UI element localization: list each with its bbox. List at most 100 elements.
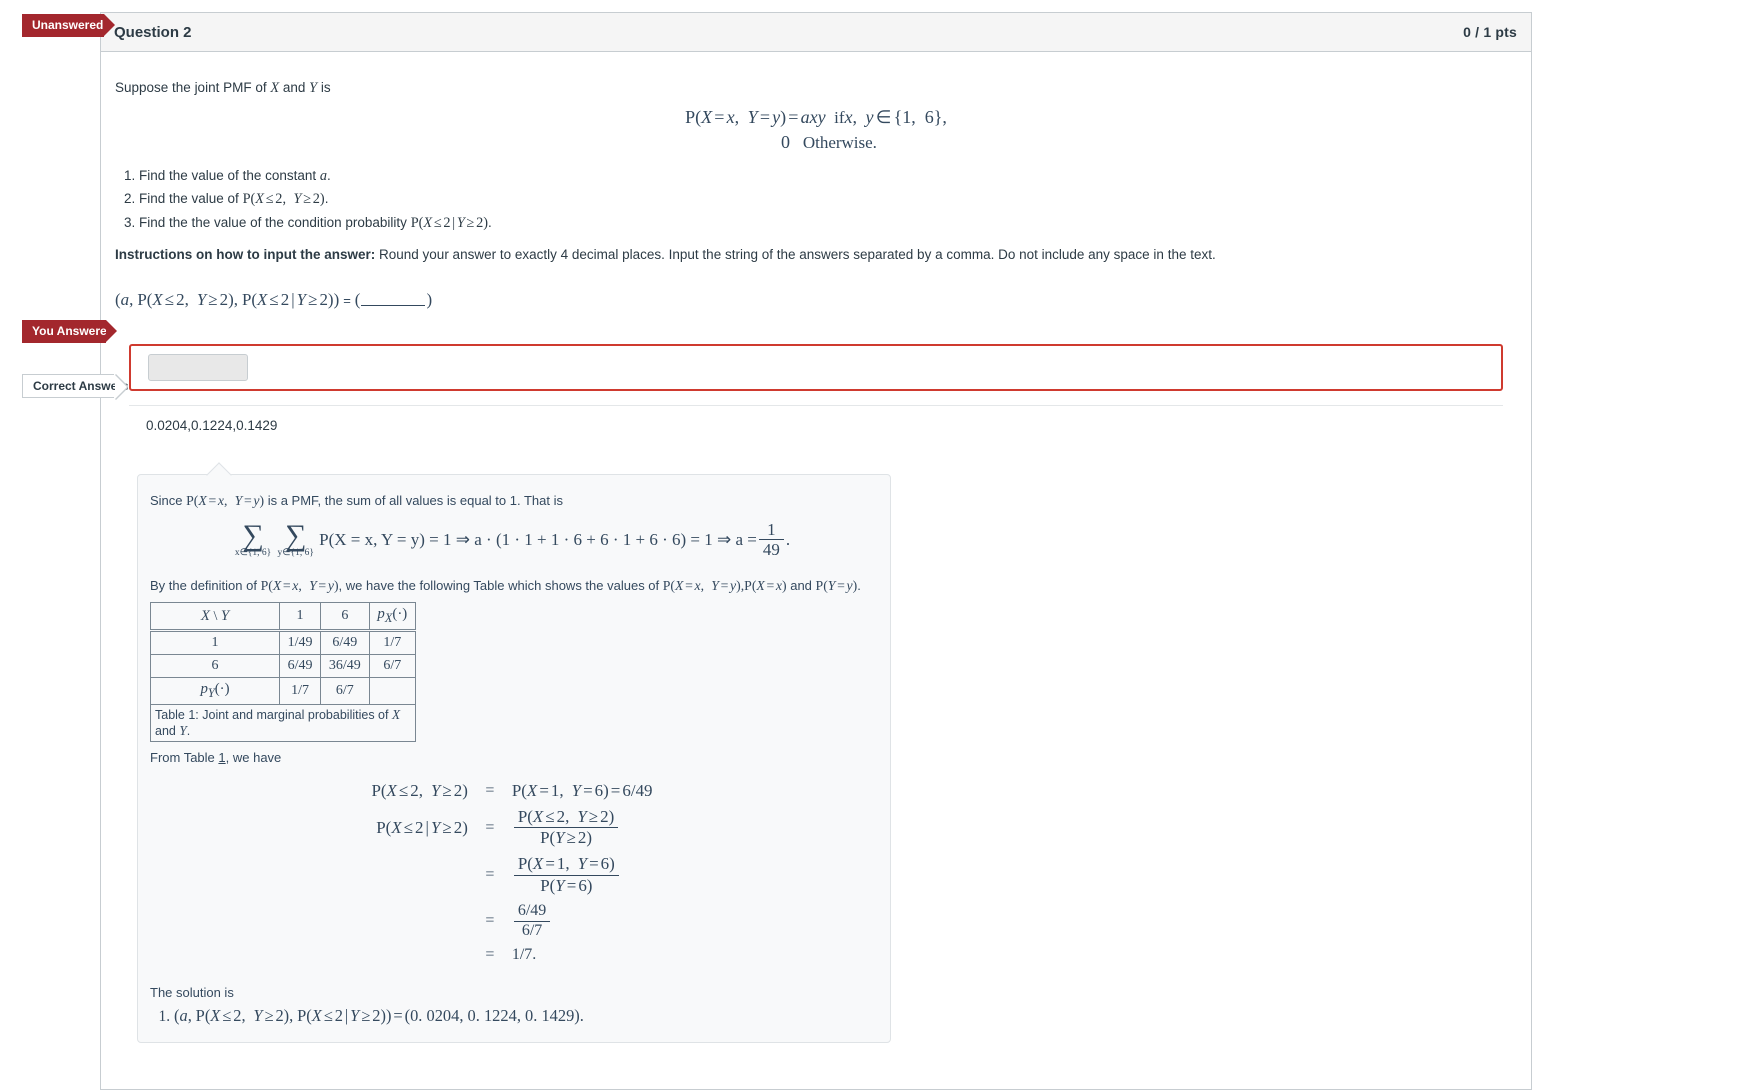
task-item-2: Find the value of P(X≤2, Y≥2). [139, 190, 1517, 209]
from-table-pre: From Table [150, 750, 219, 766]
status-badge-correct-answers-label: Correct Answers [33, 379, 129, 393]
derivation-fraction-denominator: P(Y ≥2) [540, 828, 593, 848]
solution-line-1-post: is a PMF, the sum of all values is equal… [264, 492, 563, 508]
solution-line-1: Since P(X = x, Y = y) is a PMF, the sum of a… [150, 492, 563, 508]
derivation-fraction-numerator: P(X ≤2, Y ≥2) [513, 807, 619, 829]
table-cell: 6/7 [368, 654, 417, 679]
solution-final-label: The solution is [150, 985, 234, 1001]
constant-a-denominator: 49 [762, 540, 780, 560]
derivation-fraction: P(X ≤2, Y ≥2) P(Y ≥2) [513, 807, 619, 849]
answer-blank [361, 294, 426, 306]
question-intro-text: Suppose the joint PMF of X and Y is [115, 80, 331, 96]
student-answer-row [129, 343, 1503, 391]
constant-a-numerator: 1 [758, 520, 784, 541]
derivation-fraction-numerator: 6/49 [513, 902, 551, 922]
joint-pmf-table: X \ Y 1 6 pX(·) 1 1/49 6/49 1/7 6 6/49 3… [150, 602, 417, 706]
table-row: 1 1/49 6/49 1/7 [150, 630, 417, 656]
derivation-rhs: P(X = 1, Y = 6) P(Y = 6) [507, 851, 658, 899]
derivation-lhs: P(X ≤2 | Y ≥2) [376, 817, 468, 837]
solution-line-2-end: . [857, 577, 861, 593]
table-row-label: pY(·) [150, 677, 280, 706]
sum-period: . [785, 529, 791, 549]
derivation-lhs [366, 943, 472, 967]
from-table-line: From Table 1, we have [150, 748, 874, 768]
derivation-lhs [366, 899, 472, 943]
derivation-equals: = [485, 866, 495, 884]
table-cell [368, 677, 417, 706]
derivation-fraction-denominator: P(Y = 6) [540, 875, 593, 895]
sum-body-expression: P(X = x, Y = y) = 1 ⇒ a · (1 · 1 + 1 · 6… [319, 529, 757, 549]
sum-operator-x: ∑ x∈{1, 6} [234, 518, 272, 558]
answer-format-line: (a, P(X ≤2, Y ≥2), P(X ≤2 | Y ≥2)) = () [115, 289, 433, 309]
derivation-fraction-numerator: P(X = 1, Y = 6) [513, 854, 619, 876]
table-cell: 6/49 [278, 654, 322, 679]
derivation-rhs: 1/7. [511, 946, 537, 964]
table-cell: 36/49 [320, 654, 370, 679]
table-row-label: 1 [150, 630, 280, 656]
solution-line-1-pre: Since [150, 492, 187, 508]
derivation-equals: = [485, 818, 495, 836]
from-table-post: , we have [225, 750, 282, 766]
table-col-header-2: 6 [320, 602, 370, 633]
sum-operator-y: ∑ y∈{1, 6} [277, 520, 314, 558]
sum-subscript-x: x∈{1, 6} [234, 547, 272, 558]
table-cell: 1/7 [278, 677, 322, 706]
sum-subscript-y: y∈{1, 6} [277, 547, 314, 558]
pmf-definition: P(X = x, Y = y) = axy ifx, y ∈ {1, 6}, 0 Otherwi… [115, 107, 1517, 153]
derivation-fraction: 6/49 6/7 [513, 902, 551, 940]
sigma-glyph-x: ∑ [242, 518, 264, 552]
task-list: Find the value of the constant a. Find t… [115, 167, 1517, 233]
table-col-header-3: pX(·) [368, 602, 417, 633]
input-instructions-label: Instructions on how to input the answer: [115, 246, 376, 262]
task-item-1: Find the value of the constant a. [139, 167, 1517, 186]
table-col-header-1: 1 [278, 602, 322, 633]
table-cell: 1/7 [368, 630, 417, 656]
table-row-label: 6 [150, 654, 280, 679]
solution-line-2-mid: , we have the following Table which show… [338, 577, 663, 593]
derivation-lhs: P(X ≤2, Y ≥2) [371, 780, 468, 800]
solution-final-item: (a, P(X≤2, Y≥2), P(X≤2|Y≥2))=(0. 0204, 0… [174, 1006, 874, 1026]
table-row: 6 6/49 36/49 6/7 [150, 654, 417, 679]
derivation-lhs [366, 851, 472, 899]
task-item-3: Find the the value of the condition prob… [139, 214, 1517, 233]
table-header-row: X \ Y 1 6 pX(·) [150, 602, 417, 633]
joint-pmf-table-wrapper: X \ Y 1 6 pX(·) 1 1/49 6/49 1/7 6 6/49 3… [150, 602, 417, 743]
table-cell: 6/7 [320, 677, 370, 706]
status-badge-unanswered: Unanswered [22, 14, 115, 37]
status-badge-correct-answers: Correct Answers [22, 374, 129, 398]
answer-input[interactable] [148, 353, 248, 381]
derivation-row: = 1/7. [366, 943, 657, 967]
input-instructions-text: Round your answer to exactly 4 decimal p… [379, 246, 1216, 262]
correct-answer-value: 0.0204,0.1224,0.1429 [146, 417, 278, 433]
table-cell: 6/49 [320, 630, 370, 656]
page-title: Question 2 [114, 23, 192, 41]
derivation-row: = P(X = 1, Y = 6) P(Y = 6) [366, 851, 657, 899]
solution-final-list: (a, P(X≤2, Y≥2), P(X≤2|Y≥2))=(0. 0204, 0… [150, 1006, 874, 1026]
solution-line-2: By the definition of P(X = x, Y = y), we hav… [150, 577, 861, 593]
solution-final-block: The solution is (a, P(X≤2, Y≥2), P(X≤2|Y… [150, 983, 874, 1026]
question-container: Question 2 0 / 1 pts Suppose the joint P… [100, 12, 1532, 1090]
solution-explanation-box: Since P(X = x, Y = y) is a PMF, the sum of a… [137, 462, 891, 1043]
table-cell: 1/49 [278, 630, 322, 656]
input-instructions: Instructions on how to input the answer:… [115, 246, 1517, 265]
table-reference-link[interactable]: 1 [218, 750, 225, 765]
derivation-block: P(X ≤2, Y ≥2) = P(X = 1, Y = 6) = 6/49 P(X ≤2 | Y ≥2… [150, 778, 874, 967]
solution-line-2-pre: By the definition of [150, 577, 261, 593]
correct-answer-row: 0.0204,0.1224,0.1429 [129, 404, 1503, 441]
table-corner-header: X \ Y [150, 602, 280, 633]
derivation-rhs: P(X = 1, Y = 6) = 6/49 [511, 780, 653, 800]
solution-line-2-and: and [786, 577, 816, 593]
status-badge-unanswered-label: Unanswered [32, 18, 104, 32]
derivation-equals: = [485, 946, 495, 964]
derivation-equals: = [485, 912, 495, 930]
derivation-rhs: 6/49 6/7 [507, 899, 658, 943]
pmf-case-2: 0 Otherwise. [781, 132, 877, 152]
derivation-row: P(X ≤2, Y ≥2) = P(X = 1, Y = 6) = 6/49 [366, 778, 657, 804]
question-header: Question 2 0 / 1 pts [101, 13, 1531, 52]
derivation-rhs: P(X ≤2, Y ≥2) P(Y ≥2) [507, 804, 658, 852]
derivation-table: P(X ≤2, Y ≥2) = P(X = 1, Y = 6) = 6/49 P(X ≤2 | Y ≥2… [366, 778, 657, 967]
derivation-row: P(X ≤2 | Y ≥2) = P(X ≤2, Y ≥2) P(Y ≥2) [366, 804, 657, 852]
status-badge-you-answered-label: You Answered [32, 324, 115, 338]
derivation-row: = 6/49 6/7 [366, 899, 657, 943]
table-caption: Table 1: Joint and marginal probabilitie… [150, 705, 416, 743]
